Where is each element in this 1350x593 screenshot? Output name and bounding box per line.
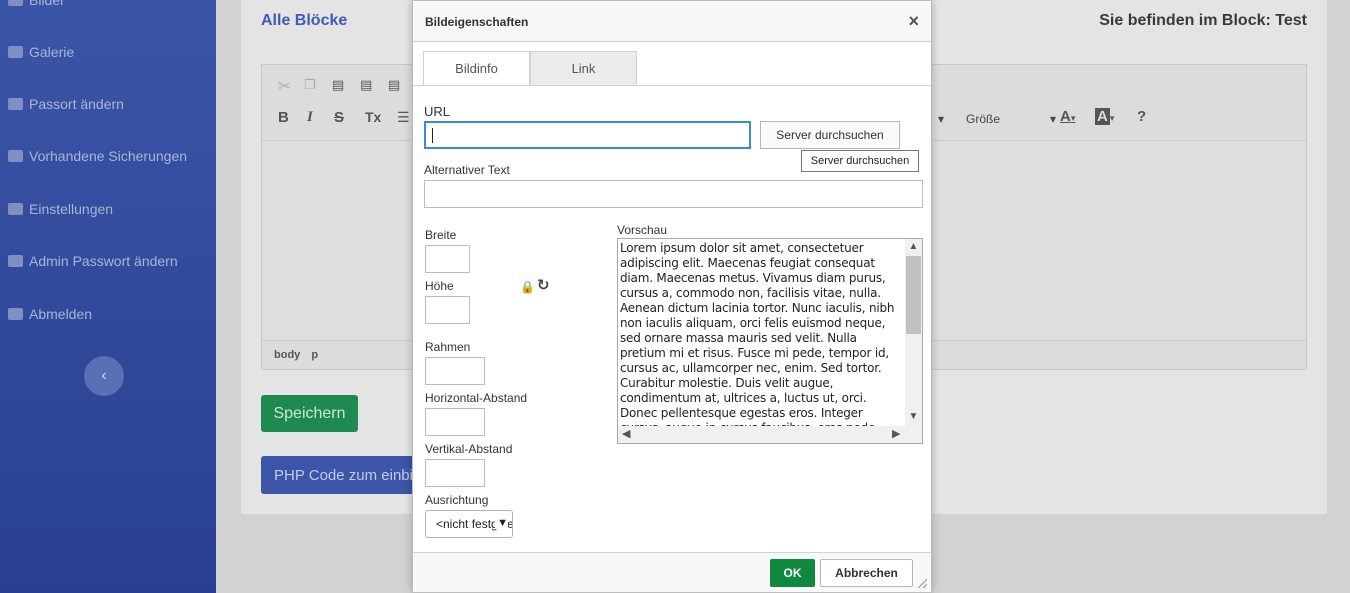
cut-icon[interactable]: ✂ [278,77,291,95]
scroll-thumb[interactable] [906,256,921,334]
tabs-divider [413,85,931,86]
border-label: Rahmen [425,340,471,354]
save-button[interactable]: Speichern [261,395,358,432]
sidebar-item-label: Vorhandene Sicherungen [29,148,188,164]
sidebar-item-label: Passort ändern [29,96,124,112]
dialog-title: Bildeigenschaften [425,15,529,29]
sidebar-item-label: Einstellungen [29,201,114,217]
text-caret [432,128,433,143]
width-label: Breite [425,228,457,242]
height-input[interactable] [425,296,470,324]
numbered-list-icon[interactable]: ☰ [397,109,410,126]
bg-color-label: A [1095,108,1110,125]
alt-text-input[interactable] [424,180,923,208]
url-label: URL [424,104,451,119]
tab-bildinfo[interactable]: Bildinfo [423,51,530,86]
preview-vertical-scrollbar[interactable]: ▲ ▼ [905,239,922,427]
path-p[interactable]: p [311,349,318,361]
scroll-left-icon[interactable]: ◀ [622,427,630,440]
vspace-input[interactable] [425,459,485,487]
preview-horizontal-scrollbar[interactable]: ◀ ▶ [618,426,922,443]
path-body[interactable]: body [274,349,300,361]
lock-icon[interactable]: 🔒 [520,280,535,294]
users-icon [8,98,23,110]
browse-tooltip: Server durchsuchen [801,150,919,172]
paste-icon[interactable]: ▤ [332,77,344,93]
preview-label: Vorschau [617,223,668,237]
sidebar-item-passort[interactable]: Passort ändern [8,96,124,112]
vspace-label: Vertikal-Abstand [425,442,513,456]
sidebar-item-label: Galerie [29,44,75,60]
scroll-right-icon[interactable]: ▶ [892,427,900,440]
archive-icon [8,150,23,162]
border-input[interactable] [425,357,485,385]
page-title[interactable]: Alle Blöcke [261,12,347,30]
align-label: Ausrichtung [425,493,489,507]
sidebar-item-sicherungen[interactable]: Vorhandene Sicherungen [8,148,187,164]
image-properties-dialog: Bildeigenschaften × Bildinfo Link URL Se… [412,0,932,593]
size-dropdown[interactable]: Größe ▾ [966,112,1056,126]
dialog-tabs: Bildinfo Link [423,51,637,86]
ok-button[interactable]: OK [770,559,815,587]
php-code-button[interactable]: PHP Code zum einbinden [261,456,421,494]
sidebar-item-label: Admin Passwort ändern [29,253,178,269]
width-input[interactable] [425,245,470,273]
help-button[interactable]: ? [1137,108,1146,125]
chevron-left-icon: ‹ [101,367,107,384]
format-dropdown-chevron[interactable]: ▾ [938,112,944,126]
bg-color-button[interactable]: A ▾ [1095,108,1114,125]
tab-link[interactable]: Link [530,51,637,86]
sidebar-item-abmelden[interactable]: Abmelden [8,306,92,322]
resize-handle-icon[interactable] [917,578,927,588]
gallery-icon [8,46,23,58]
hspace-input[interactable] [425,408,485,436]
hspace-label: Horizontal-Abstand [425,391,528,405]
preview-text: Lorem ipsum dolor sit amet, consectetuer… [620,241,895,427]
close-icon[interactable]: × [908,11,919,32]
location-block: Test [1275,12,1307,29]
scroll-up-icon[interactable]: ▲ [905,241,922,252]
sidebar-item-admin-passwort[interactable]: Admin Passwort ändern [8,253,178,269]
text-color-button[interactable]: A▾ [1060,108,1075,125]
reset-size-icon[interactable]: ↻ [537,276,550,294]
strike-button[interactable]: S [334,109,344,126]
size-label: Größe [966,112,1001,126]
scroll-down-icon[interactable]: ▼ [905,411,922,422]
italic-button[interactable]: I [307,109,313,126]
location-prefix: Sie befinden im Block: [1099,12,1271,29]
url-input[interactable] [424,121,751,149]
bold-button[interactable]: B [278,109,289,126]
alt-text-label: Alternativer Text [424,163,510,177]
sidebar-item-bilder[interactable]: Bilder [8,0,65,8]
sidebar-item-galerie[interactable]: Galerie [8,44,74,60]
paste-text-icon[interactable]: ▤ [360,77,372,93]
sidebar-item-label: Abmelden [29,306,93,322]
logout-icon [8,308,23,320]
chevron-down-icon: ▼ [495,517,508,529]
sidebar-item-einstellungen[interactable]: Einstellungen [8,201,113,217]
gears-icon [8,203,23,215]
user-icon [8,255,23,267]
dialog-footer: OK Abbrechen [413,552,931,592]
sidebar: Bilder Galerie Passort ändern Vorhandene… [0,0,216,593]
browse-server-button[interactable]: Server durchsuchen [760,121,900,149]
sidebar-item-label: Bilder [29,0,65,8]
preview-box[interactable]: Lorem ipsum dolor sit amet, consectetuer… [617,238,923,444]
image-icon [8,0,23,6]
sidebar-collapse-button[interactable]: ‹ [84,356,124,396]
clear-format-button[interactable]: Tx [365,109,381,125]
cancel-button[interactable]: Abbrechen [820,559,913,587]
height-label: Höhe [425,279,454,293]
block-location: Sie befinden im Block: Test [1099,12,1307,30]
text-color-label: A [1060,108,1071,125]
dialog-header[interactable]: Bildeigenschaften × [413,1,931,42]
copy-icon[interactable]: ❐ [304,77,316,93]
paste-word-icon[interactable]: ▤ [388,77,400,93]
align-select[interactable]: <nicht festgelegt> ▼ [425,510,513,538]
